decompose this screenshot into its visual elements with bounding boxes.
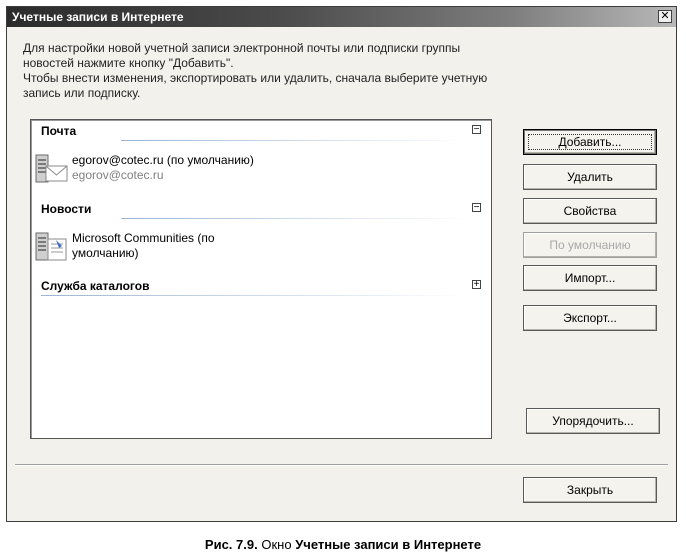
account-name: egorov@cotec.ru (по умолчанию) <box>72 153 254 167</box>
collapse-icon[interactable]: − <box>472 203 481 213</box>
news-account-icon <box>35 232 67 261</box>
order-button[interactable]: Упорядочить... <box>526 408 660 434</box>
instructions-line: новостей нажмите кнопку "Добавить". <box>23 56 234 70</box>
export-button[interactable]: Экспорт... <box>523 305 657 331</box>
instructions-line: Для настройки новой учетной записи элект… <box>23 41 461 55</box>
window-title: Учетные записи в Интернете <box>12 10 184 24</box>
mail-account-text: egorov@cotec.ru (по умолчанию) egorov@co… <box>72 153 254 183</box>
properties-button[interactable]: Свойства <box>523 198 657 224</box>
account-name: Microsoft Communities (по <box>72 231 215 245</box>
group-divider <box>41 295 467 296</box>
instructions-line: запись или подписку. <box>23 86 141 100</box>
caption-text: Окно <box>261 537 292 552</box>
account-address: egorov@cotec.ru <box>72 168 164 182</box>
mail-account-icon <box>35 154 68 183</box>
set-default-button[interactable]: По умолчанию <box>523 232 657 258</box>
import-button[interactable]: Импорт... <box>523 265 657 291</box>
group-title-mail: Почта <box>41 124 77 138</box>
group-divider <box>121 218 471 219</box>
close-button[interactable]: Закрыть <box>523 477 657 503</box>
group-title-news: Новости <box>41 202 92 216</box>
mail-account-item[interactable]: egorov@cotec.ru (по умолчанию) egorov@co… <box>35 153 455 187</box>
caption-prefix: Рис. 7.9. <box>204 537 258 552</box>
accounts-list[interactable]: Почта − egorov@cotec.ru (по умолчанию) e… <box>30 119 492 439</box>
group-divider <box>121 140 471 141</box>
instructions-text: Для настройки новой учетной записи элект… <box>23 41 523 101</box>
news-account-text: Microsoft Communities (по умолчанию) <box>72 231 215 261</box>
group-header-news: Новости − <box>41 202 481 219</box>
caption-window-name: Учетные записи в Интернете <box>295 537 482 552</box>
account-name-continued: умолчанию) <box>72 246 139 260</box>
expand-icon[interactable]: + <box>472 280 481 290</box>
collapse-icon[interactable]: − <box>472 125 481 135</box>
close-icon[interactable]: ✕ <box>658 10 672 23</box>
group-title-directory: Служба каталогов <box>41 279 150 293</box>
title-bar: Учетные записи в Интернете ✕ <box>7 7 676 27</box>
instructions-line: Чтобы внести изменения, экспортировать и… <box>23 71 488 85</box>
delete-button[interactable]: Удалить <box>523 164 657 190</box>
accounts-dialog: Учетные записи в Интернете ✕ Для настрой… <box>6 6 677 522</box>
news-account-item[interactable]: Microsoft Communities (по умолчанию) <box>35 231 455 265</box>
group-header-mail: Почта − <box>41 124 481 141</box>
add-button[interactable]: Добавить... <box>523 129 657 155</box>
figure-caption: Рис. 7.9. Окно Учетные записи в Интернет… <box>0 537 686 552</box>
group-header-directory: Служба каталогов + <box>41 279 481 296</box>
divider <box>15 464 668 466</box>
